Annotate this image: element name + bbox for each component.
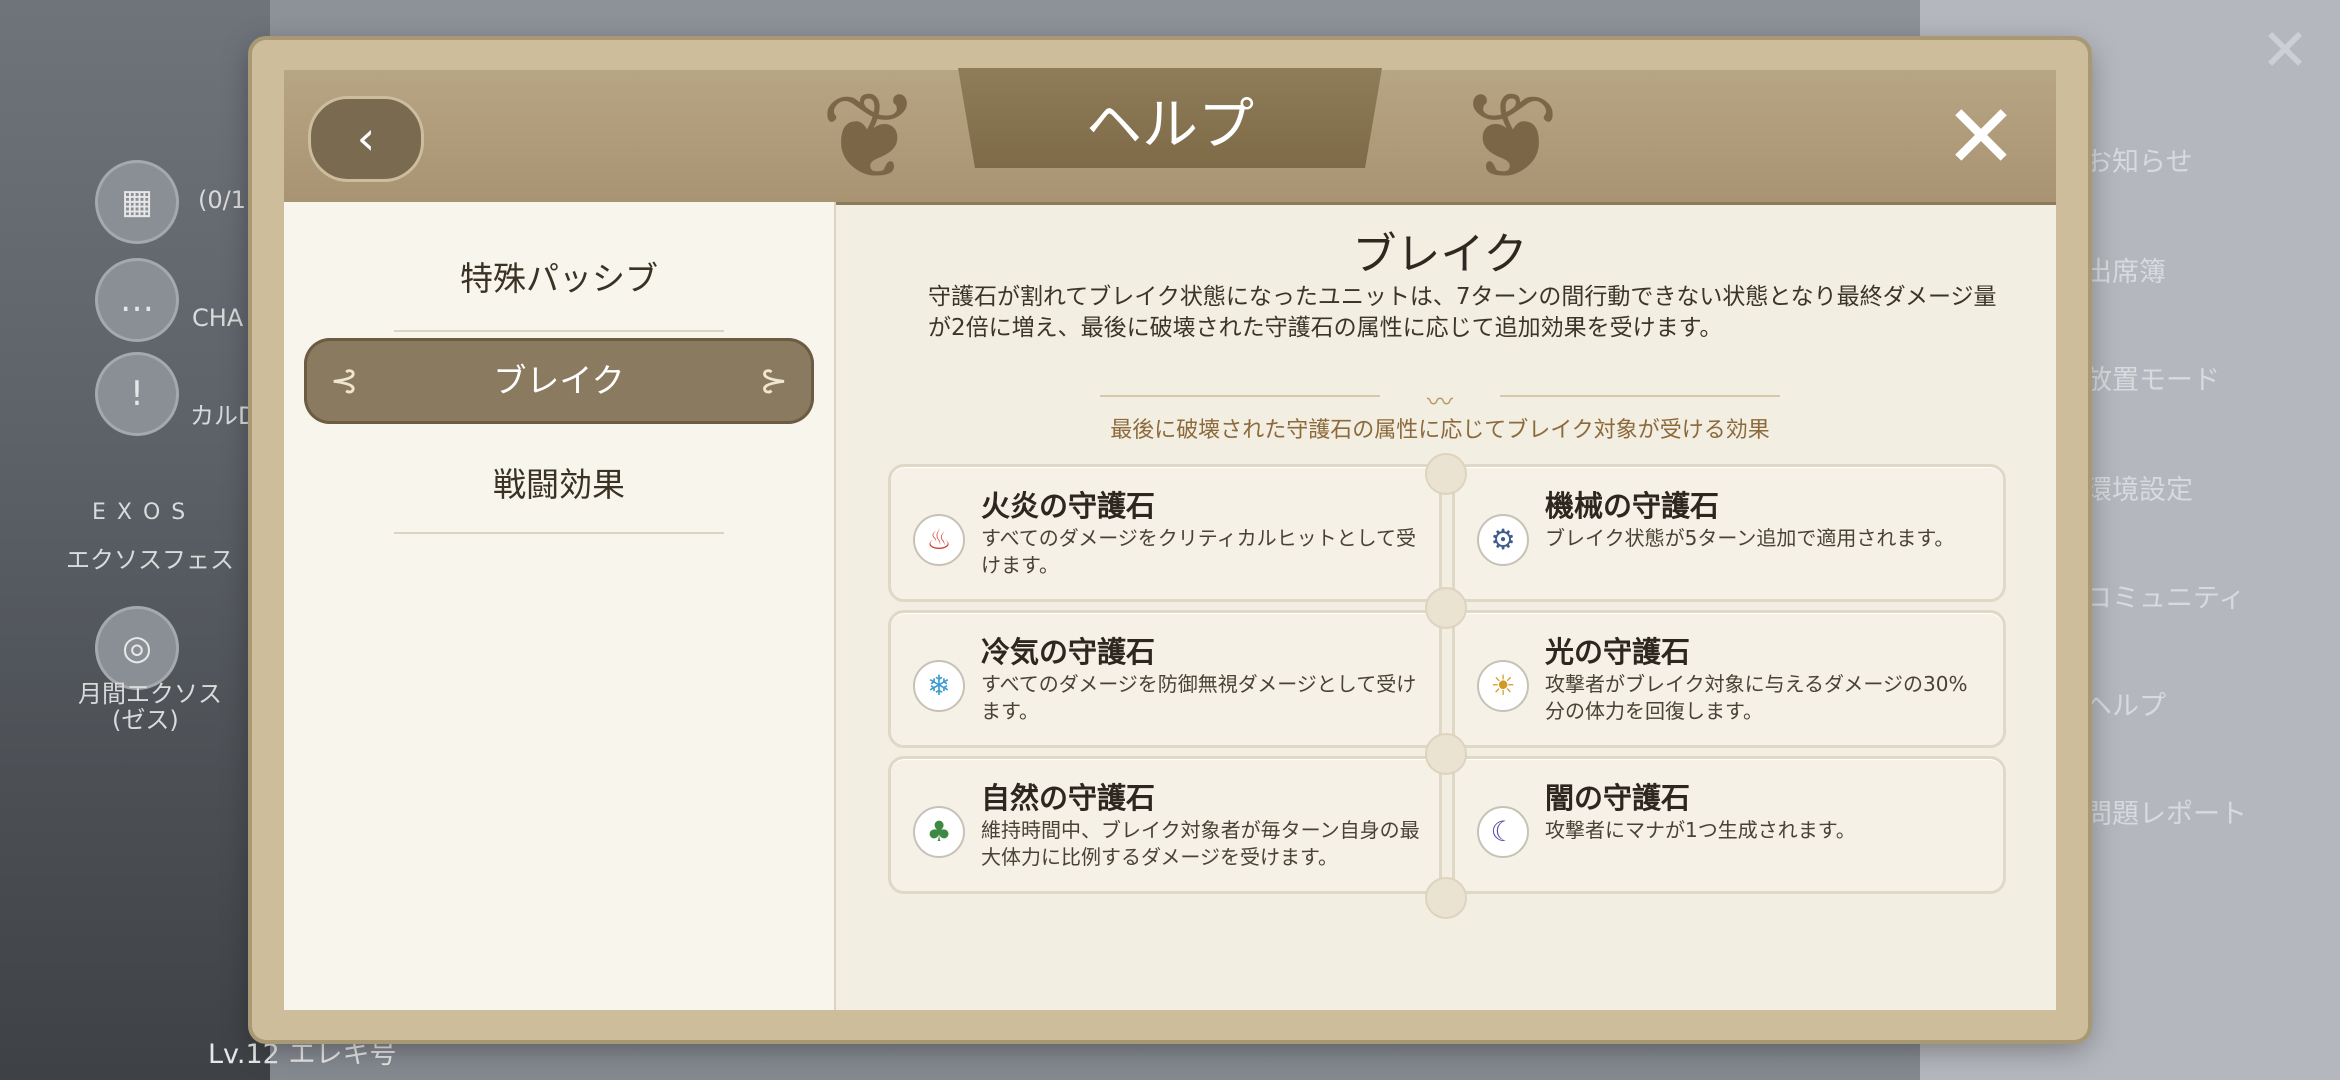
chat-icon: … xyxy=(95,258,179,342)
card-frost: ❄ 冷気の守護石 すべてのダメージを防御無視ダメージとして受けます。 xyxy=(888,610,1442,748)
card-text: 維持時間中、ブレイク対象者が毎ターン自身の最大体力に比例するダメージを受けます。 xyxy=(981,818,1420,869)
close-button[interactable]: ✕ xyxy=(1938,93,2024,181)
card-joint xyxy=(1425,453,1467,495)
menu-item-report[interactable]: 問題レポート xyxy=(2085,792,2247,831)
card-joint xyxy=(1425,587,1467,629)
help-sidebar: 特殊パッシブ ⊰ ブレイク ⊱ 戦闘効果 xyxy=(284,202,836,1010)
sidebar-item-battle-effects[interactable]: 戦闘効果 xyxy=(284,449,834,521)
menu-item-community[interactable]: コミュニティ xyxy=(2085,576,2245,615)
card-title: 闇の守護石 xyxy=(1545,781,1691,815)
sidebar-item-break[interactable]: ⊰ ブレイク ⊱ xyxy=(304,338,814,424)
menu-item-attendance[interactable]: 出席簿 xyxy=(2085,250,2166,289)
card-text: すべてのダメージを防御無視ダメージとして受けます。 xyxy=(981,672,1417,723)
card-title: 光の守護石 xyxy=(1545,635,1691,669)
calendar-icon: ▦ xyxy=(95,160,179,244)
section-subtitle: 最後に破壊された守護石の属性に応じてブレイク対象が受ける効果 xyxy=(1110,418,1770,443)
menu-item-idle-mode[interactable]: 放置モード xyxy=(2085,358,2220,397)
sun-icon: ☀ xyxy=(1477,660,1529,712)
card-joint xyxy=(1425,733,1467,775)
ornament-icon: ⊱ xyxy=(759,361,789,401)
bg-label: CHA xyxy=(192,304,244,332)
card-title: 火炎の守護石 xyxy=(981,489,1156,523)
ornament-icon: ⊰ xyxy=(330,361,359,401)
sidebar-item-special-passive[interactable]: 特殊パッシブ xyxy=(284,243,834,315)
menu-item-help[interactable]: ヘルプ xyxy=(2085,684,2166,723)
moon-icon: ☾ xyxy=(1477,806,1529,858)
card-fire: ♨ 火炎の守護石 すべてのダメージをクリティカルヒットとして受けます。 xyxy=(888,464,1442,602)
scroll-ornament-left: ❦ xyxy=(820,68,921,207)
flourish-icon: 〰︎ xyxy=(1426,388,1453,418)
content-title: ブレイク xyxy=(1352,229,1528,280)
bg-label: (ゼス) xyxy=(112,706,179,734)
fire-icon: ♨ xyxy=(913,514,965,566)
card-text: すべてのダメージをクリティカルヒットとして受けます。 xyxy=(981,526,1416,577)
card-nature: ♣ 自然の守護石 維持時間中、ブレイク対象者が毎ターン自身の最大体力に比例するダ… xyxy=(888,756,1442,894)
card-text: 攻撃者にマナが1つ生成されます。 xyxy=(1545,818,1856,842)
card-text: 攻撃者がブレイク対象に与えるダメージの30%分の体力を回復します。 xyxy=(1545,672,1968,723)
divider xyxy=(394,330,724,332)
shield-icon: ! xyxy=(95,352,179,436)
tree-icon: ♣ xyxy=(913,806,965,858)
card-text: ブレイク状態が5ターン追加で適用されます。 xyxy=(1545,526,1955,550)
menu-item-notice[interactable]: お知らせ xyxy=(2085,140,2192,179)
bg-label: エクソスフェス xyxy=(66,546,234,574)
scroll-ornament-right: ❦ xyxy=(1459,68,1560,207)
divider xyxy=(1500,395,1780,397)
back-button[interactable]: ‹ xyxy=(308,96,424,182)
chevron-left-icon: ‹ xyxy=(356,111,376,165)
dialog-title: ヘルプ xyxy=(1086,93,1254,158)
card-title: 冷気の守護石 xyxy=(981,635,1156,669)
card-title: 自然の守護石 xyxy=(981,781,1156,815)
card-title: 機械の守護石 xyxy=(1545,489,1720,523)
divider xyxy=(394,532,724,534)
sidebar-item-label: ブレイク xyxy=(493,361,625,400)
bg-label: (0/1 xyxy=(198,186,246,214)
menu-item-settings[interactable]: 環境設定 xyxy=(2085,468,2193,507)
gear-icon: ⚙ xyxy=(1477,514,1529,566)
snowflake-icon: ❄ xyxy=(913,660,965,712)
close-icon[interactable]: ✕ xyxy=(2255,20,2315,80)
content-description: 守護石が割れてブレイク状態になったユニットは、7ターンの間行動できない状態となり… xyxy=(928,284,1997,341)
close-icon: ✕ xyxy=(1944,85,2018,188)
card-joint xyxy=(1425,877,1467,919)
bg-label: カルD xyxy=(190,402,257,430)
card-light: ☀ 光の守護石 攻撃者がブレイク対象に与えるダメージの30%分の体力を回復します… xyxy=(1452,610,2006,748)
card-machine: ⚙ 機械の守護石 ブレイク状態が5ターン追加で適用されます。 xyxy=(1452,464,2006,602)
card-dark: ☾ 闇の守護石 攻撃者にマナが1つ生成されます。 xyxy=(1452,756,2006,894)
divider xyxy=(1100,395,1380,397)
exos-logo-text: E X O S xyxy=(92,500,188,525)
